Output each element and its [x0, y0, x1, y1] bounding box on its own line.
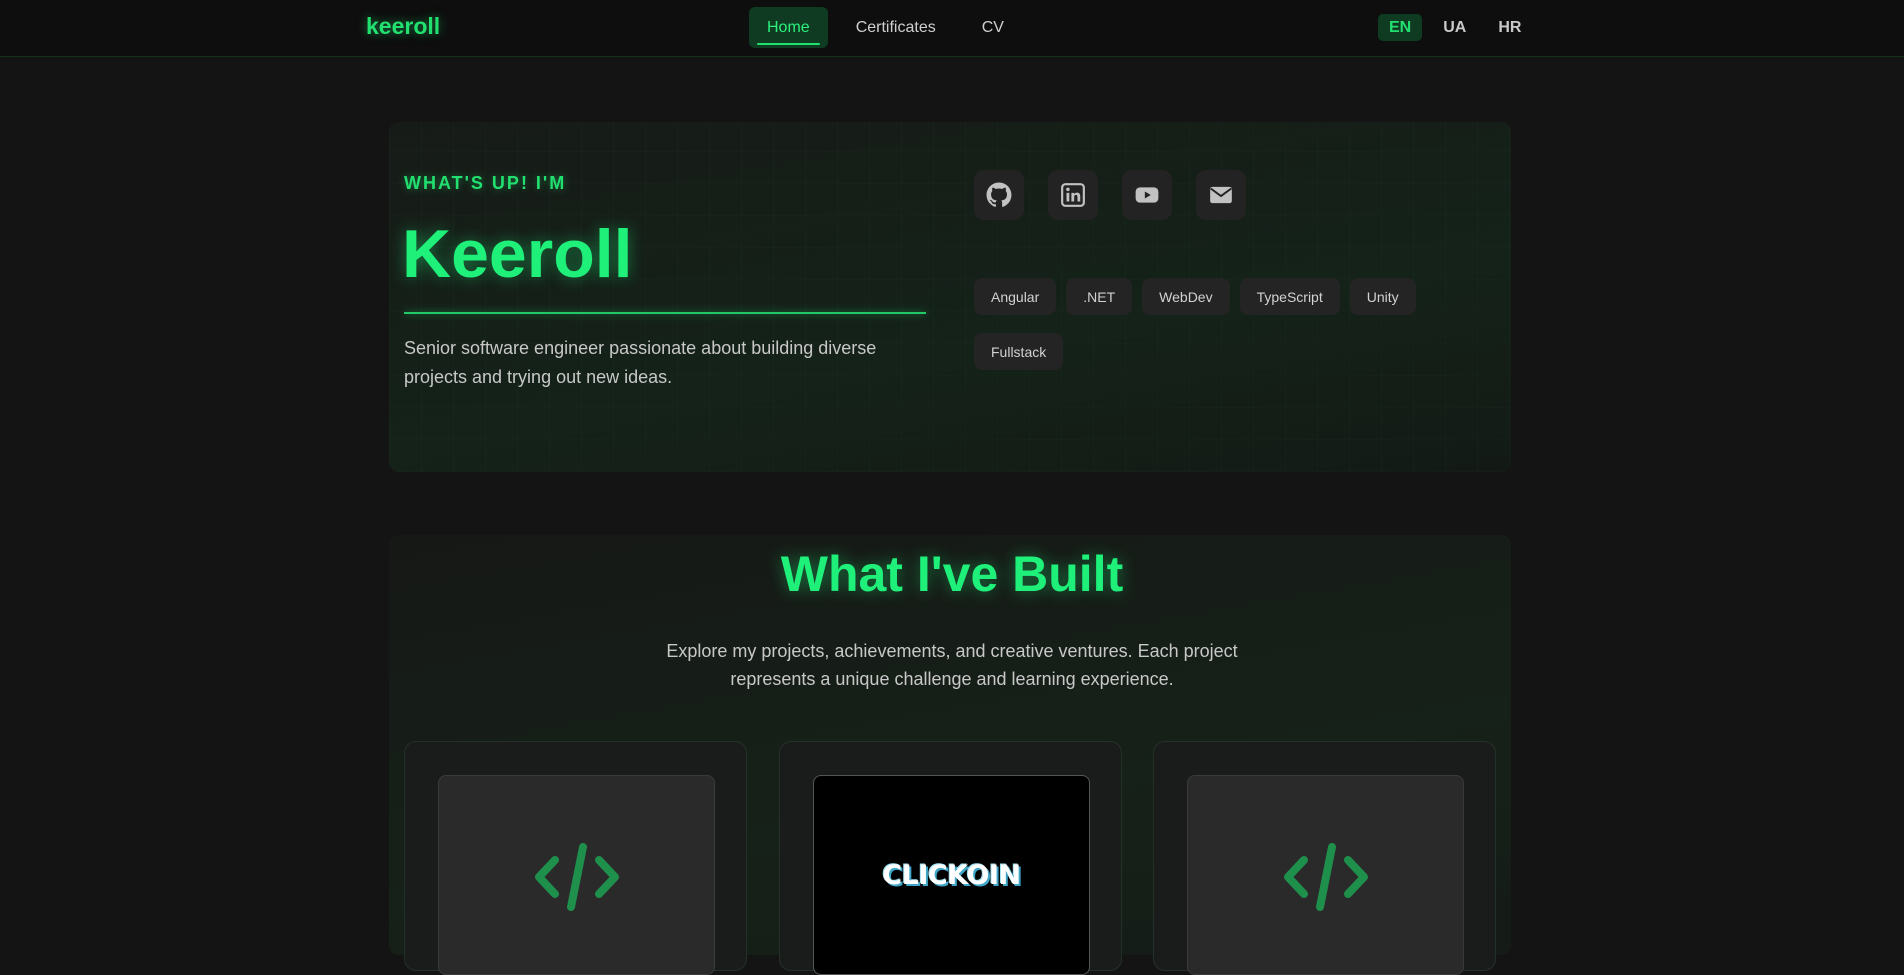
- skill-tag: Angular: [974, 278, 1057, 315]
- hero-divider: [404, 312, 926, 314]
- site-logo[interactable]: keeroll: [366, 13, 440, 40]
- projects-subtitle: Explore my projects, achievements, and c…: [666, 641, 1238, 689]
- lang-en-button[interactable]: EN: [1378, 14, 1423, 41]
- skill-tag: .NET: [1066, 278, 1133, 315]
- email-link[interactable]: [1196, 170, 1246, 220]
- main-nav: Home Certificates CV: [749, 7, 1022, 48]
- skill-tag: Fullstack: [974, 333, 1064, 370]
- top-navbar: keeroll Home Certificates CV EN UA HR: [0, 0, 1904, 57]
- project-card[interactable]: CLICKOIN: [779, 741, 1122, 975]
- project-thumbnail: [438, 775, 715, 975]
- project-card[interactable]: [404, 741, 747, 975]
- code-icon: [534, 843, 619, 911]
- nav-link-certificates[interactable]: Certificates: [838, 7, 954, 48]
- github-link[interactable]: [974, 170, 1024, 220]
- skill-tag: Unity: [1349, 278, 1416, 315]
- social-links: [974, 170, 1246, 220]
- lang-ua-button[interactable]: UA: [1432, 14, 1477, 41]
- nav-link-home[interactable]: Home: [749, 7, 828, 48]
- email-icon: [1210, 186, 1232, 204]
- language-switcher: EN UA HR: [1378, 14, 1532, 41]
- code-icon: [1283, 843, 1368, 911]
- project-card[interactable]: [1153, 741, 1496, 975]
- lang-hr-button[interactable]: HR: [1487, 14, 1532, 41]
- clickoin-logo: CLICKOIN: [882, 860, 1021, 891]
- linkedin-link[interactable]: [1048, 170, 1098, 220]
- linkedin-icon: [1061, 183, 1085, 207]
- skill-tags: Angular .NET WebDev TypeScript Unity Ful…: [974, 278, 1444, 370]
- hero-eyebrow: WHAT'S UP! I'M: [404, 173, 567, 193]
- project-thumbnail: CLICKOIN: [813, 775, 1090, 975]
- youtube-link[interactable]: [1122, 170, 1172, 220]
- youtube-icon: [1135, 187, 1159, 203]
- projects-title: What I've Built: [780, 546, 1124, 602]
- nav-link-cv[interactable]: CV: [964, 7, 1022, 48]
- skill-tag: TypeScript: [1239, 278, 1340, 315]
- hero-description: Senior software engineer passionate abou…: [404, 338, 877, 387]
- project-thumbnail: [1187, 775, 1464, 975]
- github-icon: [986, 182, 1012, 207]
- hero-name: Keeroll: [402, 216, 633, 292]
- skill-tag: WebDev: [1142, 278, 1230, 315]
